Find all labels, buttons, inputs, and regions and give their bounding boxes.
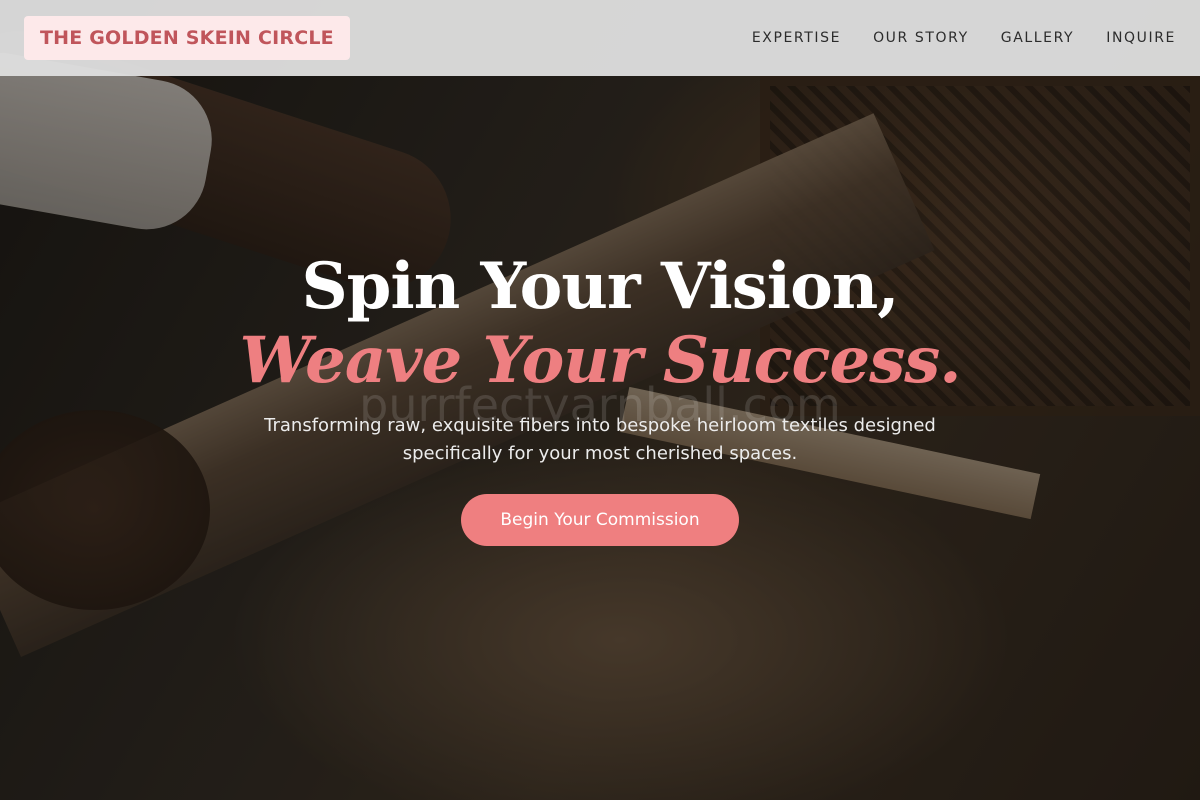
nav-link-gallery[interactable]: GALLERY	[1001, 30, 1074, 46]
main-nav: EXPERTISE OUR STORY GALLERY INQUIRE	[720, 30, 1176, 46]
brand-logo[interactable]: THE GOLDEN SKEIN CIRCLE	[24, 16, 350, 60]
nav-link-inquire[interactable]: INQUIRE	[1106, 30, 1176, 46]
nav-link-our-story[interactable]: OUR STORY	[873, 30, 969, 46]
hero-tagline: Transforming raw, exquisite fibers into …	[264, 415, 936, 464]
top-navbar: THE GOLDEN SKEIN CIRCLE EXPERTISE OUR ST…	[0, 0, 1200, 76]
hero-section: Spin Your Vision, Weave Your Success. Tr…	[0, 250, 1200, 546]
nav-link-expertise[interactable]: EXPERTISE	[752, 30, 841, 46]
hero-headline: Spin Your Vision, Weave Your Success.	[0, 250, 1200, 398]
headline-line-2: Weave Your Success.	[239, 323, 961, 398]
headline-line-1: Spin Your Vision,	[301, 249, 899, 324]
begin-commission-button[interactable]: Begin Your Commission	[461, 494, 739, 546]
